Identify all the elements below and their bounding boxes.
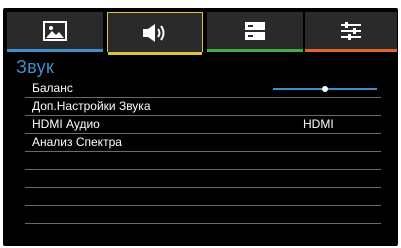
tab-setup[interactable] — [207, 12, 303, 52]
menu-row-empty — [25, 206, 381, 224]
spectrum-analysis-label: Анализ Спектра — [32, 135, 122, 149]
tab-picture[interactable] — [7, 12, 103, 52]
balance-label: Баланс — [32, 81, 73, 95]
menu-row-balance[interactable]: Баланс — [25, 80, 381, 98]
menu-row-empty — [25, 188, 381, 206]
tab-options[interactable] — [305, 12, 397, 52]
balance-slider-knob[interactable] — [322, 86, 328, 92]
sound-menu-panel: Звук Баланс Доп.Настройки Звука HDMI Ауд… — [3, 8, 398, 246]
tab-picture-underline — [7, 49, 103, 52]
speaker-icon — [143, 23, 165, 42]
menu-row-spectrum-analysis[interactable]: Анализ Спектра — [25, 134, 381, 152]
hdmi-audio-label: HDMI Аудио — [32, 117, 100, 131]
sliders-icon — [341, 21, 361, 40]
hdmi-audio-value: HDMI — [303, 117, 334, 131]
tab-setup-underline — [207, 49, 303, 52]
menu-row-empty — [25, 170, 381, 188]
picture-icon — [43, 20, 67, 41]
setup-icon — [245, 21, 265, 40]
advanced-sound-label: Доп.Настройки Звука — [32, 99, 151, 113]
section-title: Звук — [16, 57, 55, 77]
menu-tab-bar — [7, 12, 397, 56]
menu-row-hdmi-audio[interactable]: HDMI Аудио HDMI — [25, 116, 381, 134]
menu-row-advanced-sound[interactable]: Доп.Настройки Звука — [25, 98, 381, 116]
tab-sound[interactable] — [107, 12, 203, 55]
sound-settings-list: Баланс Доп.Настройки Звука HDMI Аудио HD… — [25, 80, 381, 224]
menu-row-empty — [25, 152, 381, 170]
balance-slider[interactable] — [273, 86, 377, 92]
tab-options-underline — [305, 49, 397, 52]
tab-sound-underline — [108, 52, 202, 55]
